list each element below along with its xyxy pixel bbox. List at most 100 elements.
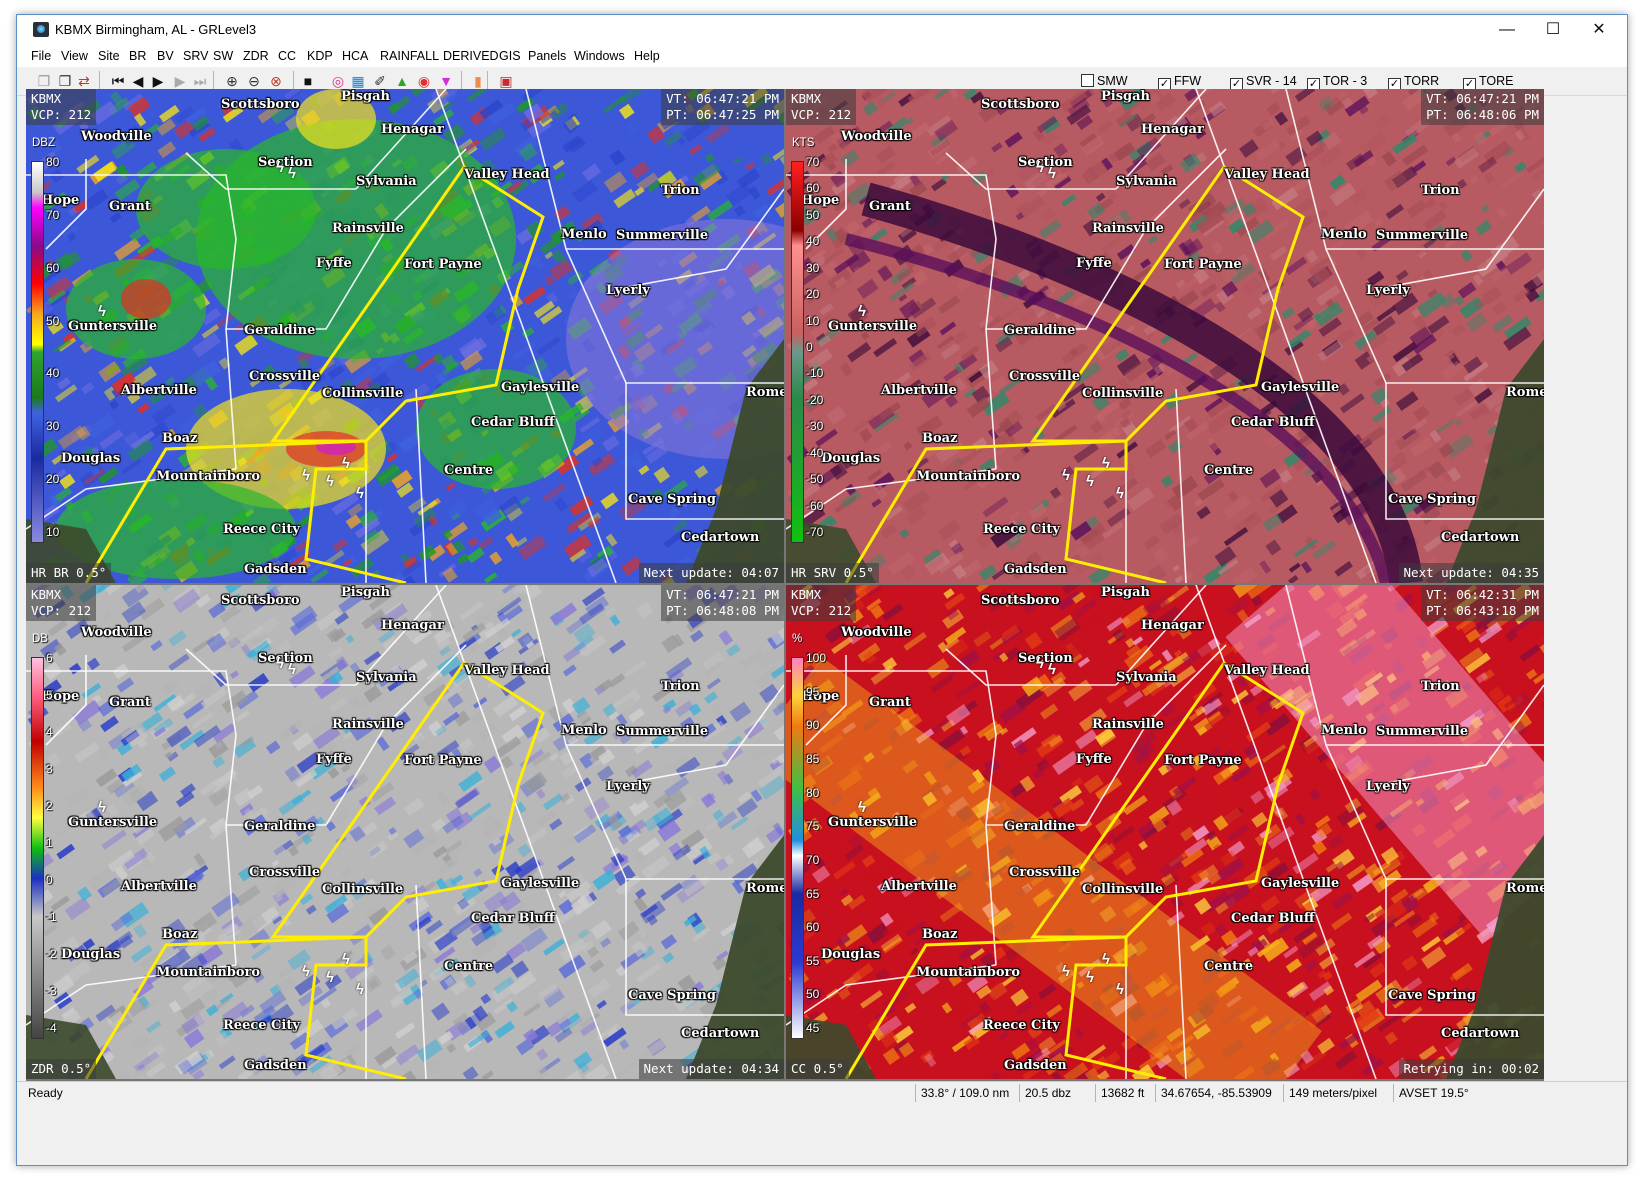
menu-view[interactable]: View <box>61 49 88 63</box>
radar-bin <box>1106 188 1118 201</box>
radar-map[interactable] <box>786 585 1544 1079</box>
radar-bin <box>1241 276 1263 296</box>
radar-bin <box>1095 192 1106 202</box>
radar-bin <box>1024 631 1043 650</box>
radar-panel-1[interactable]: Scottsboro Pisgah Henagar Woodville Section S… <box>26 89 784 583</box>
time-info: VT: 06:42:31 PM PT: 06:43:18 PM <box>1421 585 1544 621</box>
maximize-button[interactable]: ☐ <box>1530 15 1576 45</box>
radar-bin <box>219 881 239 898</box>
paste-icon[interactable]: ❐ <box>56 72 74 90</box>
color-scale-bar <box>31 161 44 543</box>
scale-tick-label: 45 <box>806 1021 820 1035</box>
city-label: Gadsden <box>1004 1058 1067 1073</box>
triangle-icon[interactable]: ▲ <box>393 72 411 90</box>
lightning-strike-icon: ϟ <box>98 303 106 320</box>
menu-panels[interactable]: Panels <box>528 49 566 63</box>
menu-help[interactable]: Help <box>634 49 660 63</box>
menu-site[interactable]: Site <box>98 49 120 63</box>
radar-bin <box>840 149 860 168</box>
radar-bin <box>619 103 635 120</box>
scale-tick-label: -1 <box>46 910 57 924</box>
radar-bin <box>826 405 847 425</box>
menu-sw[interactable]: SW <box>213 49 233 63</box>
warning-toggle-smw[interactable]: SMW <box>1081 74 1128 88</box>
menu-gis[interactable]: GIS <box>499 49 521 63</box>
last-frame-icon[interactable]: ⏭ <box>191 72 209 90</box>
city-label: Trion <box>1421 183 1460 198</box>
menu-br[interactable]: BR <box>129 49 146 63</box>
circle-icon[interactable]: ◉ <box>415 72 433 90</box>
radar-bin <box>536 262 545 271</box>
time-info: VT: 06:47:21 PM PT: 06:48:06 PM <box>1421 89 1544 125</box>
close-button[interactable]: ✕ <box>1576 15 1622 45</box>
minimize-button[interactable]: — <box>1484 15 1530 45</box>
radar-bin <box>349 697 362 710</box>
radar-bin <box>1144 439 1167 459</box>
next-frame-icon[interactable]: ▶ <box>171 72 189 90</box>
city-label: Trion <box>1421 679 1460 694</box>
swap-icon[interactable]: ⇄ <box>75 72 93 90</box>
city-label: Lyerly <box>1366 779 1410 794</box>
grid-icon[interactable]: ▦ <box>349 72 367 90</box>
checkbox-icon[interactable] <box>1081 74 1094 87</box>
radar-bin <box>1251 811 1268 828</box>
title-bar: KBMX Birmingham, AL - GRLevel3 — ☐ ✕ <box>17 15 1627 45</box>
radar-bin <box>487 831 515 855</box>
radar-panel-3[interactable]: Scottsboro Pisgah Henagar Woodville Section S… <box>26 585 784 1079</box>
menu-kdp[interactable]: KDP <box>307 49 333 63</box>
city-label: Lyerly <box>1366 283 1410 298</box>
black-square-icon[interactable]: ■ <box>299 72 317 90</box>
zoom-in-icon[interactable]: ⊕ <box>223 72 241 90</box>
first-frame-icon[interactable]: ⏮ <box>109 72 127 90</box>
zoom-out-icon[interactable]: ⊖ <box>245 72 263 90</box>
pin-icon[interactable]: ✐ <box>371 72 389 90</box>
menu-cc[interactable]: CC <box>278 49 296 63</box>
menu-zdr[interactable]: ZDR <box>243 49 269 63</box>
radar-map[interactable] <box>26 89 784 583</box>
radar-bin <box>1184 535 1200 549</box>
city-label: Summerville <box>616 228 709 243</box>
down-triangle-icon[interactable]: ▼ <box>437 72 455 90</box>
prev-frame-icon[interactable]: ◀ <box>129 72 147 90</box>
city-label: Summerville <box>1376 724 1469 739</box>
copy-icon[interactable]: ❐ <box>35 72 53 90</box>
radar-bin <box>1355 979 1383 1002</box>
menu-bv[interactable]: BV <box>157 49 174 63</box>
radar-map[interactable] <box>26 585 784 1079</box>
city-label: Gaylesville <box>501 380 580 395</box>
radar-bin <box>982 496 1009 518</box>
menu-srv[interactable]: SRV <box>183 49 208 63</box>
menu-hca[interactable]: HCA <box>342 49 368 63</box>
radar-bin <box>990 1070 1003 1079</box>
radar-panel-2[interactable]: Scottsboro Pisgah Henagar Woodville Section S… <box>786 89 1544 583</box>
radar-bin <box>1374 218 1383 226</box>
process-time: PT: 06:48:08 PM <box>666 603 779 618</box>
city-label: Lyerly <box>606 283 650 298</box>
zoom-reset-icon[interactable]: ⊗ <box>267 72 285 90</box>
menu-file[interactable]: File <box>31 49 51 63</box>
radar-bin <box>55 384 78 403</box>
menu-derived[interactable]: DERIVED <box>443 49 499 63</box>
radar-bin <box>851 963 874 982</box>
update-status: Next update: 04:07 <box>638 563 784 583</box>
play-icon[interactable]: ▶ <box>149 72 167 90</box>
radar-bin <box>590 919 612 940</box>
radar-bin <box>662 952 675 964</box>
stop-icon[interactable]: ▣ <box>497 72 515 90</box>
orange-rect-icon[interactable]: ▮ <box>469 72 487 90</box>
radar-bin <box>616 1061 638 1079</box>
menu-windows[interactable]: Windows <box>574 49 625 63</box>
radar-bin <box>572 179 598 203</box>
radar-bin <box>329 696 348 713</box>
radar-panel-4[interactable]: Scottsboro Pisgah Henagar Woodville Section S… <box>786 585 1544 1079</box>
radar-bin <box>466 89 488 103</box>
radar-map[interactable] <box>786 89 1544 583</box>
status-azimuth-range: 33.8° / 109.0 nm <box>915 1084 1019 1102</box>
radar-bin <box>557 855 575 871</box>
menu-rainfall[interactable]: RAINFALL <box>380 49 439 63</box>
city-label: Rainsville <box>1092 717 1164 732</box>
rings-icon[interactable]: ◎ <box>329 72 347 90</box>
radar-bin <box>343 1044 360 1059</box>
lightning-strike-icon: ϟ <box>1048 661 1056 678</box>
city-label: Gadsden <box>244 562 307 577</box>
